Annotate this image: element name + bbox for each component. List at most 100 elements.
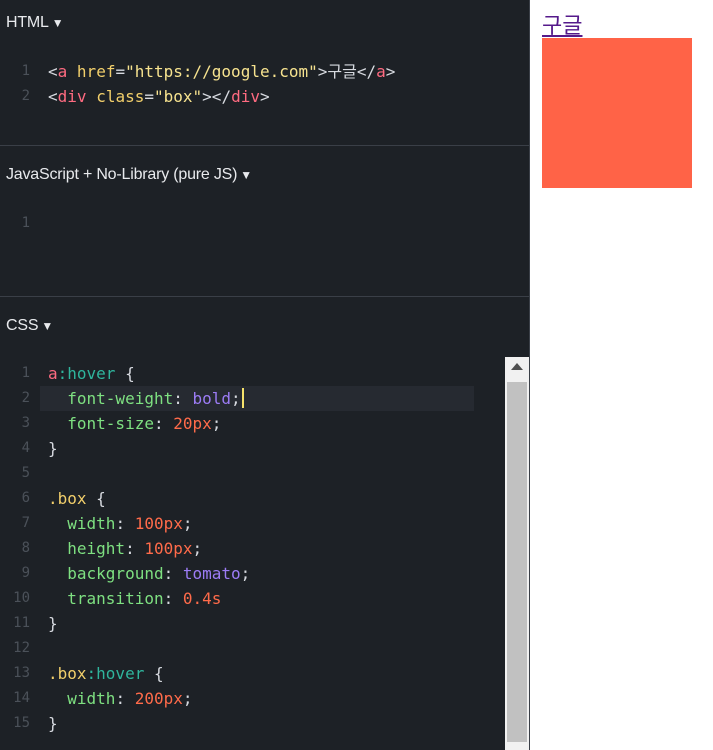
code-token: class [96,87,145,106]
code-token: = [144,87,154,106]
code-text: font-size: 20px; [48,411,221,436]
scrollbar-thumb[interactable] [507,382,527,742]
code-token: : [173,389,193,408]
code-text: height: 100px; [48,536,202,561]
code-line[interactable]: 8 height: 100px; [0,536,530,561]
code-text: background: tomato; [48,561,250,586]
line-number: 9 [21,565,30,581]
code-text: .box { [48,486,106,511]
code-token: a [48,364,58,383]
code-text: a:hover { [48,361,135,386]
css-code-area[interactable]: 1 a:hover {2 font-weight: bold; 3 font-siz… [0,361,530,736]
code-text: width: 200px; [48,686,193,711]
line-number: 4 [21,440,30,456]
code-line[interactable]: 6 .box { [0,486,530,511]
html-panel-header[interactable]: HTML ▼ [6,14,64,32]
code-line[interactable]: 1 a:hover { [0,361,530,386]
code-line[interactable]: 14 width: 200px; [0,686,530,711]
code-line[interactable]: 7 width: 100px; [0,511,530,536]
code-token: : [153,414,174,433]
js-panel: JavaScript + No-Library (pure JS) ▼ 1 [0,146,530,296]
code-token: tomato [182,564,241,583]
code-token: div [231,87,260,106]
code-token: : [115,689,135,708]
css-scrollbar[interactable] [505,357,529,750]
preview-link[interactable]: 구글 [542,8,582,40]
code-text: width: 100px; [48,511,192,536]
code-token: ; [192,539,203,558]
code-token: 100px [144,539,193,558]
code-token: :hover [86,664,145,683]
panel-title: HTML [6,14,49,31]
code-token: width [67,689,116,708]
code-token: { [86,489,106,508]
code-token: :hover [57,364,116,383]
html-code-area[interactable]: 1 <a href="https://google.com">구글</a> 2 <di… [0,59,530,109]
code-text: font-weight: bold; [48,386,244,411]
code-editor: HTML ▼ 1 <a href="https://google.com">구글<… [0,0,530,750]
code-token: { [115,364,135,383]
text-cursor [241,388,244,408]
code-token: } [48,714,58,733]
code-token: 100px [134,514,183,533]
line-number: 6 [21,490,30,506]
code-line[interactable]: 3 font-size: 20px; [0,411,530,436]
code-line[interactable]: 12 [0,636,530,661]
code-text: } [48,611,58,636]
code-text: <div class="box"></div> [48,84,270,109]
code-line[interactable]: 9 background: tomato; [0,561,530,586]
code-token: width [67,514,116,533]
code-token: "box" [154,87,203,106]
code-token: < [48,62,58,81]
panel-title: JavaScript + No-Library (pure JS) [6,166,238,183]
js-panel-header[interactable]: JavaScript + No-Library (pure JS) ▼ [6,166,252,184]
code-line[interactable]: 1 [0,211,530,236]
code-line[interactable]: 2 <div class="box"></div> [0,84,530,109]
caret-down-icon[interactable]: ▼ [41,320,53,332]
code-line[interactable]: 1 <a href="https://google.com">구글</a> [0,59,530,84]
caret-down-icon[interactable]: ▼ [52,17,64,29]
line-number: 3 [21,415,30,431]
code-token: = [115,62,126,81]
code-token: a [376,62,386,81]
line-number: 1 [21,215,30,231]
line-number: 7 [21,515,30,531]
code-token: div [57,87,87,106]
code-token: .box [48,664,87,683]
code-token: href [76,62,116,81]
line-number: 12 [13,640,30,656]
code-text: } [48,436,58,461]
code-line[interactable]: 4} [0,436,530,461]
js-code-area[interactable]: 1 [0,211,530,236]
caret-down-icon[interactable]: ▼ [240,169,252,181]
line-number: 2 [21,88,30,104]
code-line[interactable]: 15} [0,711,530,736]
code-token: : [115,514,135,533]
code-line[interactable]: 2 font-weight: bold; [0,386,530,411]
code-token: ; [211,414,222,433]
code-token: a [57,62,68,81]
line-number: 14 [13,690,30,706]
code-text: } [48,711,58,736]
preview-box[interactable] [542,38,692,188]
code-text: <a href="https://google.com">구글</a> [48,59,395,84]
line-number: 13 [13,665,30,681]
code-line[interactable]: 10 transition: 0.4s [0,586,530,611]
code-token: bold [192,389,232,408]
code-token: ; [231,389,241,408]
code-line[interactable]: 13 .box:hover { [0,661,530,686]
code-line[interactable]: 5 [0,461,530,486]
code-token: "https://google.com" [125,62,318,81]
css-panel-header[interactable]: CSS ▼ [6,317,53,335]
code-token: ; [182,689,193,708]
code-token: } [48,614,58,633]
code-token: < [48,87,58,106]
panel-title: CSS [6,317,39,334]
result-preview: 구글 [530,0,713,750]
code-line[interactable]: 11} [0,611,530,636]
scroll-up-arrow-icon[interactable] [511,363,523,370]
